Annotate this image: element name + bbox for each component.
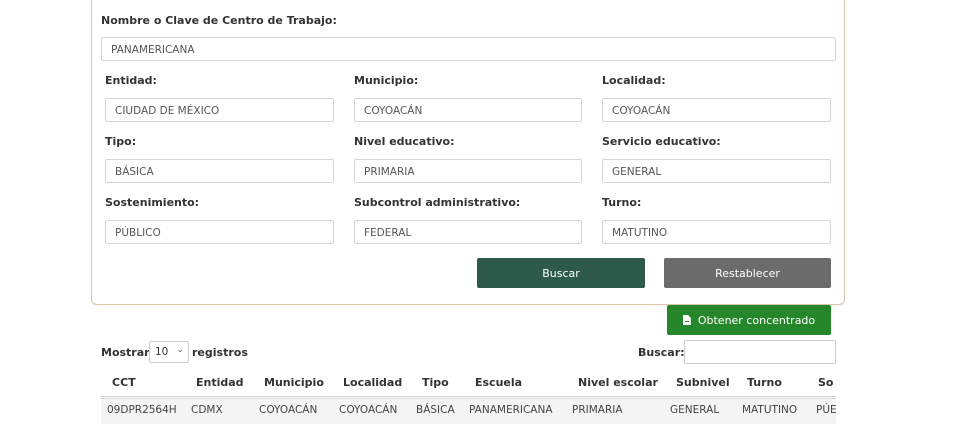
localidad-label: Localidad: — [602, 74, 666, 87]
table-header-divider — [101, 396, 836, 397]
cell-sostenimiento: PÚE — [816, 404, 837, 416]
tipo-label: Tipo: — [105, 135, 137, 148]
entidad-select[interactable]: CIUDAD DE MÉXICO — [105, 98, 334, 122]
show-prefix-label: Mostrar — [101, 346, 150, 359]
sostenimiento-select[interactable]: PÚBLICO — [105, 220, 334, 244]
page-size-value: 10 — [155, 346, 169, 358]
sostenimiento-label: Sostenimiento: — [105, 196, 200, 209]
document-icon — [682, 315, 691, 325]
name-input[interactable]: PANAMERICANA — [101, 37, 836, 61]
cell-turno: MATUTINO — [742, 404, 798, 416]
col-header-subnivel[interactable]: Subnivel — [676, 376, 730, 389]
col-header-cct[interactable]: CCT — [112, 376, 136, 389]
cell-subnivel: GENERAL — [670, 404, 720, 416]
nivel-educativo-label: Nivel educativo: — [354, 135, 455, 148]
subcontrol-label: Subcontrol administrativo: — [354, 196, 521, 209]
table-search-input[interactable] — [684, 340, 836, 364]
show-suffix-label: registros — [192, 346, 248, 359]
municipio-label: Municipio: — [354, 74, 419, 87]
municipio-select[interactable]: COYOACÁN — [354, 98, 582, 122]
servicio-educativo-label: Servicio educativo: — [602, 135, 721, 148]
cell-localidad: COYOACÁN — [339, 404, 398, 416]
cell-municipio: COYOACÁN — [259, 404, 318, 416]
export-button[interactable]: Obtener concentrado — [667, 305, 831, 335]
cell-entidad: CDMX — [191, 404, 223, 416]
search-button[interactable]: Buscar — [477, 258, 645, 288]
page-size-select[interactable]: 10 ⌄ — [149, 341, 189, 363]
nivel-educativo-select[interactable]: PRIMARIA — [354, 159, 582, 183]
col-header-entidad[interactable]: Entidad — [196, 376, 244, 389]
col-header-turno[interactable]: Turno — [747, 376, 782, 389]
turno-label: Turno: — [602, 196, 642, 209]
turno-select[interactable]: MATUTINO — [602, 220, 831, 244]
cell-cct: 09DPR2564H — [107, 404, 177, 416]
name-label: Nombre o Clave de Centro de Trabajo: — [101, 14, 337, 27]
col-header-localidad[interactable]: Localidad — [343, 376, 402, 389]
entidad-label: Entidad: — [105, 74, 157, 87]
table-search-label: Buscar: — [638, 346, 685, 359]
subcontrol-select[interactable]: FEDERAL — [354, 220, 582, 244]
cell-nivel-escolar: PRIMARIA — [572, 404, 623, 416]
chevron-down-icon: ⌄ — [176, 345, 184, 355]
tipo-select[interactable]: BÁSICA — [105, 159, 334, 183]
localidad-select[interactable]: COYOACÁN — [602, 98, 831, 122]
col-header-escuela[interactable]: Escuela — [475, 376, 522, 389]
col-header-nivel-escolar[interactable]: Nivel escolar — [578, 376, 658, 389]
col-header-sostenimiento[interactable]: So — [818, 376, 833, 389]
cell-escuela: PANAMERICANA — [469, 404, 553, 416]
reset-button[interactable]: Restablecer — [664, 258, 831, 288]
col-header-tipo[interactable]: Tipo — [422, 376, 449, 389]
export-button-label: Obtener concentrado — [697, 313, 816, 327]
col-header-municipio[interactable]: Municipio — [264, 376, 324, 389]
servicio-educativo-select[interactable]: GENERAL — [602, 159, 831, 183]
cell-tipo: BÁSICA — [416, 404, 455, 416]
